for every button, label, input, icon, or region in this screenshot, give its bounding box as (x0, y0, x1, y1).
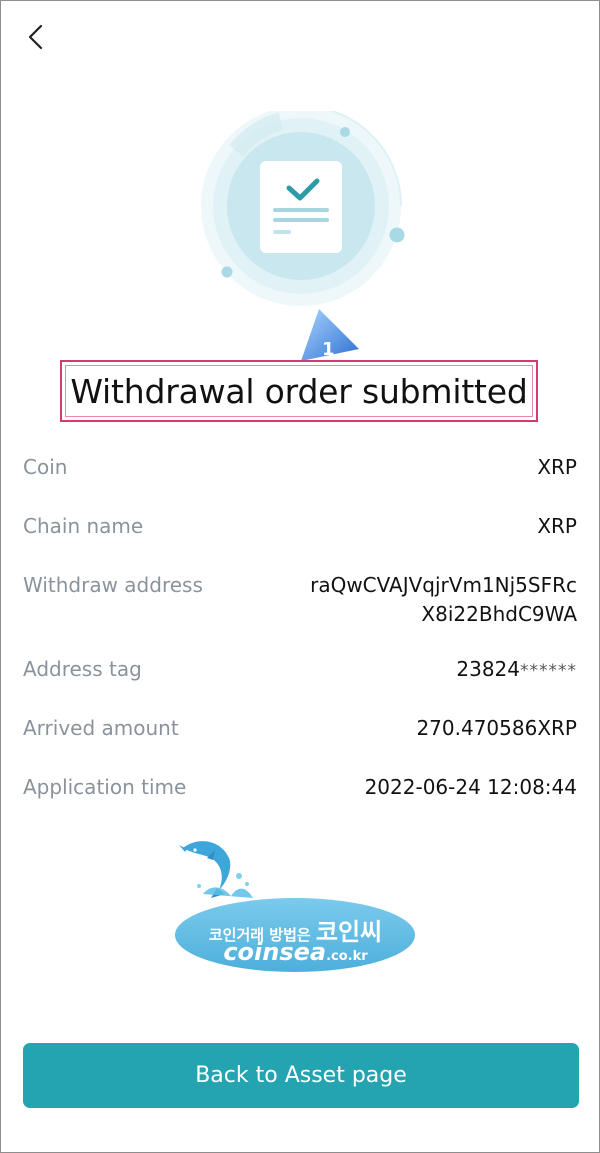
back-to-asset-button[interactable]: Back to Asset page (23, 1043, 579, 1108)
tag-visible: 23824 (456, 657, 520, 681)
watermark-line2: coinsea.co.kr (173, 938, 418, 966)
page-title: Withdrawal order submitted (70, 372, 528, 411)
document-check-icon (201, 105, 405, 306)
detail-row-application-time: Application time 2022-06-24 12:08:44 (23, 773, 577, 802)
watermark-logo: 코인거래 방법은 코인씨 coinsea.co.kr (173, 836, 418, 976)
withdraw-address-value: raQwCVAJVqjrVm1Nj5SFRc X8i22BhdC9WA (310, 571, 577, 629)
address-line: X8i22BhdC9WA (421, 602, 577, 626)
detail-row-withdraw-address: Withdraw address raQwCVAJVqjrVm1Nj5SFRc … (23, 571, 577, 629)
detail-label: Application time (23, 775, 187, 799)
detail-row-address-tag: Address tag 23824****** (23, 655, 577, 686)
title-highlight: Withdrawal order submitted (60, 360, 538, 422)
detail-row-coin: Coin XRP (23, 453, 577, 482)
back-button[interactable] (21, 21, 53, 53)
detail-value: 2022-06-24 12:08:44 (364, 775, 577, 799)
address-tag-value: 23824****** (456, 655, 577, 686)
detail-value: XRP (537, 455, 577, 479)
step-badge: 1 (297, 307, 361, 363)
chevron-left-icon (28, 24, 43, 50)
detail-label: Withdraw address (23, 573, 203, 597)
screen-frame: 1 Withdrawal order submitted Coin XRP Ch… (0, 0, 600, 1153)
detail-value: 270.470586XRP (416, 716, 577, 740)
detail-row-chain-name: Chain name XRP (23, 512, 577, 541)
watermark-domain: .co.kr (326, 949, 368, 964)
dolphin-icon (179, 841, 253, 898)
tag-masked: ****** (520, 661, 577, 681)
submission-illustration (196, 105, 411, 311)
step-badge-number: 1 (322, 339, 335, 360)
detail-label: Chain name (23, 514, 144, 538)
watermark-brand: coinsea (223, 938, 327, 966)
detail-row-arrived-amount: Arrived amount 270.470586XRP (23, 714, 577, 743)
detail-label: Arrived amount (23, 716, 179, 740)
detail-label: Address tag (23, 657, 142, 681)
address-line: raQwCVAJVqjrVm1Nj5SFRc (310, 573, 577, 597)
detail-label: Coin (23, 455, 68, 479)
detail-value: XRP (537, 514, 577, 538)
